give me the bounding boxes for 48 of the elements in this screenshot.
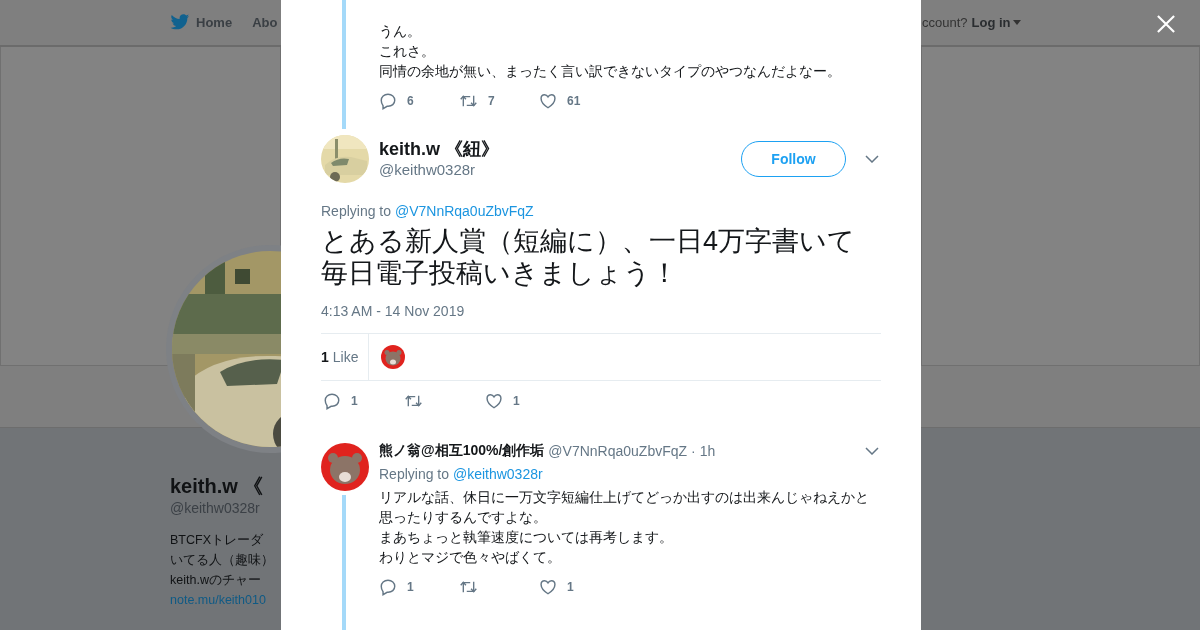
account-prompt: ccount? xyxy=(922,15,968,30)
mention-link[interactable]: @keithw0328r xyxy=(452,466,543,482)
avatar-icon[interactable] xyxy=(321,443,369,491)
reply-icon xyxy=(379,92,397,110)
user-name[interactable]: 熊ノ翁@相互100%/創作垢 xyxy=(379,442,545,460)
reply-button[interactable]: 1 xyxy=(323,392,404,410)
tweet-time[interactable]: · 1h xyxy=(691,443,716,459)
avatar-icon[interactable] xyxy=(381,345,406,369)
nav-link[interactable]: Home xyxy=(170,14,233,31)
reply-button[interactable]: 6 xyxy=(379,92,459,110)
user-handle[interactable]: @keithw0328r xyxy=(379,160,741,180)
replying-label: Replying to xyxy=(379,466,450,482)
tweet-timestamp[interactable]: 4:13 AM - 14 Nov 2019 xyxy=(321,302,881,320)
user-handle[interactable]: @V7NnRqa0uZbvFqZ xyxy=(548,443,688,459)
follow-button[interactable]: Follow xyxy=(741,141,846,177)
bio-line: いてる人（趣味） xyxy=(170,552,275,569)
like-button[interactable]: 1 xyxy=(539,578,619,596)
tweet-text: リアルな話、休日に一万文字短編仕上げてどっか出すのは出来んじゃねえかと 思ったりするんですよな。 まあちょっと執筆速度については再考します。 わりとマジで色々やばくて。 xyxy=(379,488,870,567)
retweet-button[interactable]: 7 xyxy=(459,92,539,110)
close-button[interactable] xyxy=(1156,14,1176,34)
like-button[interactable]: 61 xyxy=(539,92,619,110)
chevron-down-icon[interactable] xyxy=(865,447,879,455)
reply-icon xyxy=(379,578,397,596)
login-button[interactable]: Log in xyxy=(971,15,1021,30)
caret-icon xyxy=(1012,20,1021,25)
reply-button[interactable]: 1 xyxy=(379,578,459,596)
profile-name: keith.w 《 xyxy=(170,474,265,499)
like-button[interactable]: 1 xyxy=(485,392,566,410)
nav-link[interactable]: Abo xyxy=(252,15,278,30)
mention-link[interactable]: @V7NnRqa0uZbvFqZ xyxy=(394,203,534,219)
retweet-icon xyxy=(404,392,423,410)
close-icon xyxy=(1157,15,1175,33)
bio-line: keith.wのチャー xyxy=(170,572,262,589)
heart-icon xyxy=(539,92,557,110)
bird-icon xyxy=(170,14,190,31)
bio-line: BTCFXトレーダ xyxy=(170,532,264,549)
like-count: 1 xyxy=(321,349,329,365)
heart-icon xyxy=(539,578,557,596)
tweet-text: とある新人賞（短編に）、一日4万字書いて 毎日電子投稿いきましょう！ xyxy=(321,225,857,289)
retweet-icon xyxy=(459,92,478,110)
chevron-down-icon[interactable] xyxy=(865,155,879,163)
like-label: Like xyxy=(332,349,359,365)
replying-label: Replying to xyxy=(321,203,392,219)
reply-icon xyxy=(323,392,341,410)
retweet-icon xyxy=(459,578,478,596)
heart-icon xyxy=(485,392,503,410)
user-name[interactable]: keith.w 《紐》 xyxy=(379,138,741,160)
tweet-text: うん。 これさ。 同情の余地が無い、まったく言い訳できないタイプのやつなんだよなー。 xyxy=(379,22,842,81)
